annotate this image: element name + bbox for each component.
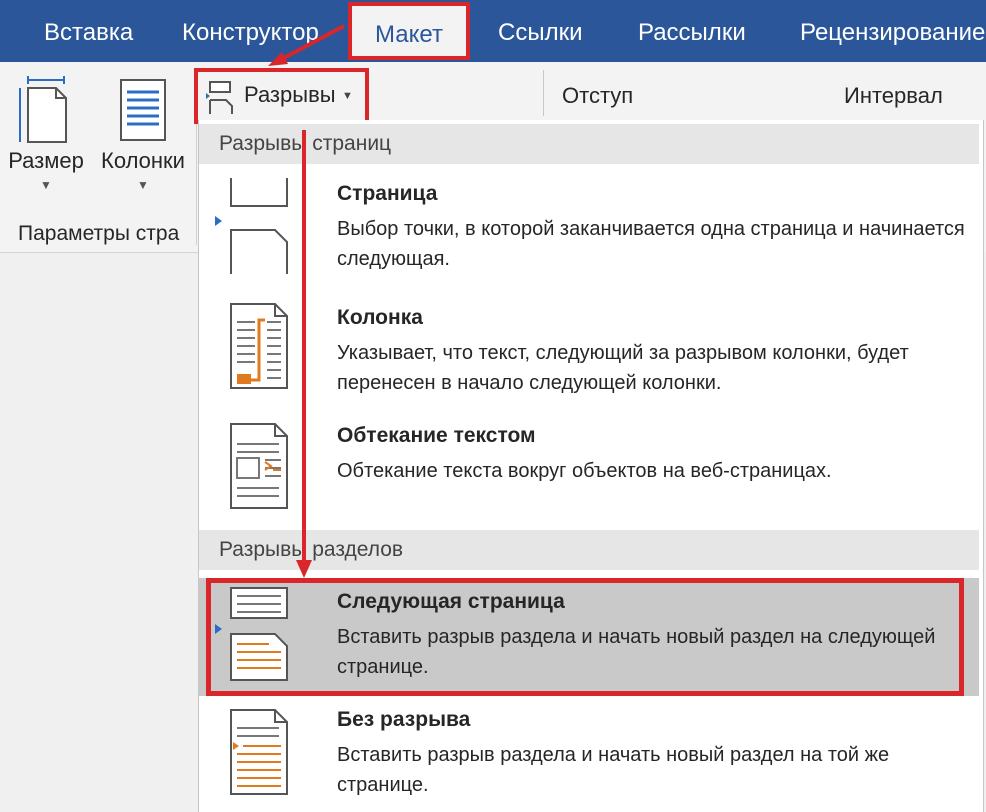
tab-insert[interactable]: Вставка <box>44 0 133 62</box>
pointer-marker <box>215 216 222 226</box>
breaks-label: Разрывы <box>244 82 336 107</box>
columns-label: Колонки <box>101 148 185 173</box>
tab-layout[interactable]: Макет <box>348 2 470 60</box>
tab-design[interactable]: Конструктор <box>182 0 319 62</box>
breaks-dropdown-menu: Разрывы страниц Страница Выбор точки, в … <box>198 120 984 812</box>
menu-item-next-page[interactable]: Следующая страница Вставить разрыв разде… <box>199 578 979 696</box>
size-button[interactable]: Размер ▼ <box>4 76 88 192</box>
page-breaks-header: Разрывы страниц <box>199 124 979 164</box>
continuous-description: Вставить разрыв раздела и начать новый р… <box>337 744 890 796</box>
continuous-break-icon <box>230 709 288 795</box>
column-break-description: Указывает, что текст, следующий за разры… <box>337 342 909 394</box>
breaks-icon <box>206 81 233 114</box>
page-setup-group-label: Параметры стра <box>18 222 180 245</box>
menu-item-text-wrapping[interactable]: Обтекание текстом Обтекание текста вокру… <box>199 412 979 522</box>
next-page-icon <box>230 587 288 681</box>
ribbon-divider <box>0 252 200 253</box>
pointer-marker <box>215 624 222 634</box>
page-break-title: Страница <box>337 182 438 205</box>
page-size-icon <box>19 76 67 143</box>
columns-icon <box>120 79 166 141</box>
tab-review[interactable]: Рецензирование <box>800 0 985 62</box>
chevron-down-icon: ▼ <box>40 178 52 192</box>
tab-mailings[interactable]: Рассылки <box>638 0 746 62</box>
chevron-down-icon: ▼ <box>137 178 149 192</box>
page-break-icon <box>230 178 288 274</box>
indent-label: Отступ <box>562 83 634 108</box>
continuous-title: Без разрыва <box>337 708 471 731</box>
column-break-title: Колонка <box>337 306 423 329</box>
column-break-icon <box>230 303 288 389</box>
columns-button[interactable]: Колонки ▼ <box>92 76 194 192</box>
next-page-title: Следующая страница <box>337 590 565 613</box>
menu-item-column-break[interactable]: Колонка Указывает, что текст, следующий … <box>199 292 979 412</box>
spacing-label: Интервал <box>844 83 943 108</box>
text-wrapping-icon <box>230 423 288 509</box>
ribbon-separator <box>543 70 544 116</box>
chevron-down-icon: ▼ <box>342 90 353 102</box>
text-wrapping-title: Обтекание текстом <box>337 424 536 447</box>
size-label: Размер <box>8 148 84 173</box>
breaks-button[interactable]: Разрывы ▼ <box>194 68 369 124</box>
next-page-description: Вставить разрыв раздела и начать новый р… <box>337 626 936 678</box>
tab-references[interactable]: Ссылки <box>498 0 583 62</box>
section-breaks-header: Разрывы разделов <box>199 530 979 570</box>
page-break-description: Выбор точки, в которой заканчивается одн… <box>337 218 965 270</box>
text-wrapping-description: Обтекание текста вокруг объектов на веб-… <box>337 460 832 482</box>
ribbon-tab-bar: Вставка Конструктор Макет Ссылки Рассылк… <box>0 0 986 62</box>
menu-item-continuous[interactable]: Без разрыва Вставить разрыв раздела и на… <box>199 698 979 812</box>
menu-item-page-break[interactable]: Страница Выбор точки, в которой заканчив… <box>199 172 979 292</box>
